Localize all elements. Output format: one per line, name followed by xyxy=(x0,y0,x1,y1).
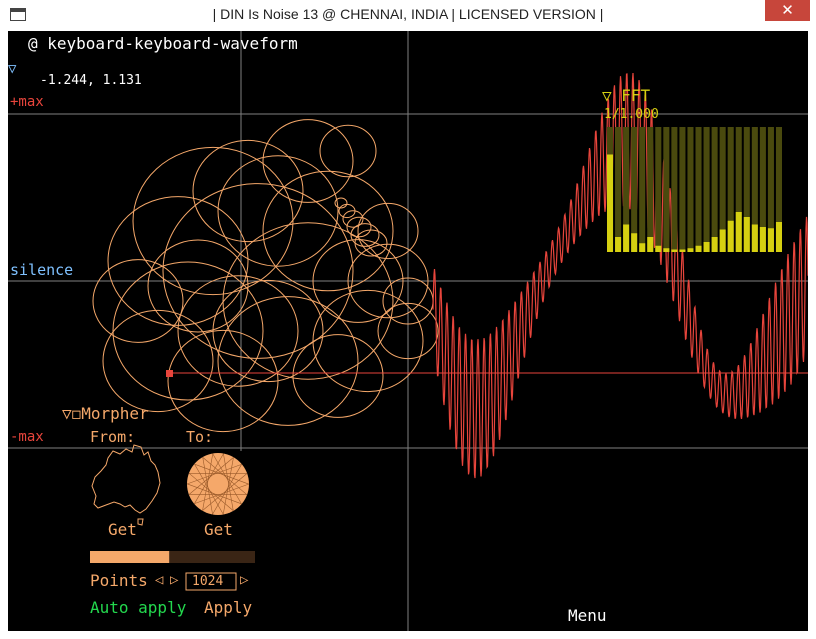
fft-bar-bg xyxy=(647,127,654,252)
fft-bar-bg xyxy=(687,127,694,252)
app-window: | DIN Is Noise 13 @ CHENNAI, INDIA | LIC… xyxy=(0,0,816,639)
fft-bar xyxy=(743,217,750,252)
min-label: -max xyxy=(10,429,44,445)
morpher-title[interactable]: ▽◻Morpher xyxy=(62,404,149,423)
fft-bar-bg xyxy=(639,127,646,252)
fft-bar xyxy=(671,249,678,252)
menu-button[interactable]: Menu xyxy=(568,606,607,625)
fft-bar xyxy=(759,227,766,252)
title-bar[interactable]: | DIN Is Noise 13 @ CHENNAI, INDIA | LIC… xyxy=(0,0,816,30)
fft-bar xyxy=(775,222,782,252)
fft-bar xyxy=(631,233,638,252)
points-step-icon[interactable]: ▷ xyxy=(240,572,248,588)
morph-loop xyxy=(177,275,299,387)
fft-bar-bg xyxy=(663,127,670,252)
morph-loop xyxy=(217,155,339,267)
points-label: Points xyxy=(90,571,148,590)
fft-bar xyxy=(679,249,686,252)
fft-ratio: 1/1.000 xyxy=(604,107,659,122)
cursor-readout: -1.244, 1.131 xyxy=(40,73,142,88)
close-button[interactable]: ✕ xyxy=(765,0,810,21)
morph-loop xyxy=(132,146,294,296)
fft-bar xyxy=(695,245,702,252)
to-label: To: xyxy=(186,428,214,446)
fft-bar xyxy=(615,237,622,252)
morph-loop xyxy=(102,309,214,413)
din-canvas[interactable]: @ keyboard-keyboard-waveform ▽ -1.244, 1… xyxy=(8,31,808,631)
from-label: From: xyxy=(90,428,136,446)
max-label: +max xyxy=(10,94,44,110)
fft-bar xyxy=(703,242,710,252)
fft-bar-bg xyxy=(655,127,662,252)
fft-title[interactable]: ▽ FFT xyxy=(602,86,650,105)
window-title: | DIN Is Noise 13 @ CHENNAI, INDIA | LIC… xyxy=(212,6,604,22)
morph-loop xyxy=(107,196,249,326)
fft-bar-bg xyxy=(671,127,678,252)
auto-apply-toggle[interactable]: Auto apply xyxy=(90,598,186,617)
fft-bar xyxy=(647,237,654,252)
silence-label: silence xyxy=(10,261,74,279)
morph-coil xyxy=(354,229,388,257)
fft-bar xyxy=(727,220,734,252)
fft-bar-bg xyxy=(615,127,622,252)
from-shape-australia[interactable] xyxy=(91,444,161,526)
fft-bar xyxy=(735,212,742,252)
collapse-toggle-icon[interactable]: ▽ xyxy=(8,61,16,77)
fft-bar xyxy=(711,237,718,252)
fft-bar-bg xyxy=(695,127,702,252)
fft-bar-bg xyxy=(703,127,710,252)
fft-bar xyxy=(623,224,630,252)
apply-button[interactable]: Apply xyxy=(204,598,252,617)
morph-loop xyxy=(292,334,384,418)
fft-bar-bg xyxy=(679,127,686,252)
morph-progress-fill xyxy=(90,551,170,563)
fft-bar-bg xyxy=(711,127,718,252)
fft-bar xyxy=(751,224,758,252)
fft-bar xyxy=(719,229,726,252)
fft-bar xyxy=(655,245,662,252)
fft-bar xyxy=(607,154,614,252)
morph-loop xyxy=(92,259,184,343)
morph-loop xyxy=(147,239,249,333)
waveform-name[interactable]: @ keyboard-keyboard-waveform xyxy=(28,34,298,53)
get-from-button[interactable]: Get xyxy=(108,520,137,539)
get-to-button[interactable]: Get xyxy=(204,520,233,539)
points-value[interactable]: 1024 xyxy=(192,574,223,589)
grid xyxy=(8,31,808,631)
morph-loop xyxy=(162,183,354,359)
morph-loop xyxy=(319,124,377,178)
points-increase-icon[interactable]: ▷ xyxy=(170,572,178,588)
cursor-marker[interactable] xyxy=(166,370,173,377)
morph-curve xyxy=(92,119,439,433)
fft-bars xyxy=(607,127,782,252)
fft-bar xyxy=(639,243,646,252)
morph-loop xyxy=(262,119,354,203)
waveform-display[interactable] xyxy=(8,31,808,631)
to-shape-sphere[interactable] xyxy=(186,453,250,515)
points-decrease-icon[interactable]: ◁ xyxy=(155,572,163,588)
fft-bar xyxy=(663,248,670,252)
fft-bar xyxy=(687,248,694,252)
fft-bar xyxy=(767,228,774,252)
